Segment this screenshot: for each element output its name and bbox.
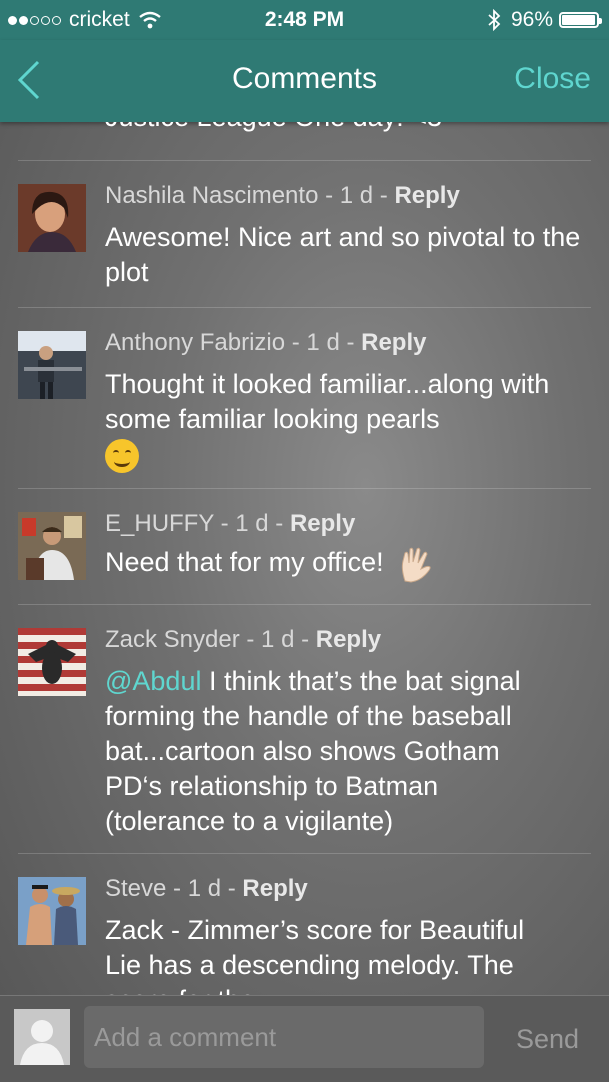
mention-link[interactable]: @Abdul [105,666,201,696]
smiling-face-icon [105,438,139,473]
comment-text: Need that for my office! [105,545,585,583]
comment-text-body: Thought it looked familiar...along with … [105,369,550,434]
comment-meta: Nashila Nascimento - 1 d - Reply [105,182,460,210]
comment-age: 1 d [339,182,374,209]
divider [18,604,591,605]
comment-age: 1 d [187,875,222,902]
reply-button[interactable]: Reply [316,626,381,653]
comment-meta: Zack Snyder - 1 d - Reply [105,626,381,654]
comment-author[interactable]: E_HUFFY [105,510,214,537]
send-button[interactable]: Send [516,1024,579,1055]
reply-button[interactable]: Reply [361,329,426,356]
divider [18,160,591,161]
comment-age: 1 d [235,510,269,537]
battery-percent: 96% [510,8,553,31]
meta-separator: - [213,510,236,537]
navigation-bar: Comments Close [0,40,609,122]
comment-author[interactable]: Anthony Fabrizio [105,329,285,356]
vulcan-salute-icon [402,547,431,583]
reply-button[interactable]: Reply [242,875,307,902]
comment-meta: Anthony Fabrizio - 1 d - Reply [105,329,426,357]
comment-meta: Steve - 1 d - Reply [105,875,308,903]
battery-icon [559,12,602,28]
comment-list[interactable]: Justice League One day! <3 Nashila Nasci… [0,122,609,995]
comment-text-body: Need that for my office! [105,547,384,578]
comment-author[interactable]: Nashila Nascimento [105,182,318,209]
meta-separator: - [285,329,307,356]
comment-text: @Abdul I think that’s the bat signal for… [105,664,550,839]
meta-separator: - [294,626,316,653]
reply-button[interactable]: Reply [290,510,355,537]
meta-separator: - [339,329,362,356]
comment-meta: E_HUFFY - 1 d - Reply [105,510,355,538]
comment-age: 1 d [261,626,295,653]
avatar[interactable] [18,877,86,945]
meta-separator: - [318,182,340,209]
meta-separator: - [166,875,188,902]
divider [18,853,591,854]
meta-separator: - [239,626,262,653]
user-avatar-placeholder-icon [14,1009,70,1065]
clipped-comment-text: Justice League One day! <3 [105,122,442,133]
bluetooth-icon [488,9,501,31]
avatar[interactable] [18,184,86,252]
close-button[interactable]: Close [514,62,591,96]
comment-age: 1 d [306,329,340,356]
avatar[interactable] [18,331,86,399]
divider [18,488,591,489]
device-status: 96% [487,8,602,32]
avatar[interactable] [18,628,86,696]
divider [18,307,591,308]
comment-input[interactable] [84,1006,484,1068]
comment-author[interactable]: Zack Snyder [105,626,240,653]
avatar[interactable] [18,512,86,580]
comment-text: Zack - Zimmer’s score for Beautiful Lie … [105,915,525,995]
meta-separator: - [268,510,290,537]
comment-input-bar: Send [0,995,609,1082]
reply-button[interactable]: Reply [394,182,459,209]
status-bar: cricket 2:48 PM 96% [0,0,609,40]
comment-text: Awesome! Nice art and so pivotal to the … [105,222,581,287]
meta-separator: - [221,875,243,902]
comment-text: Thought it looked familiar...along with … [105,367,585,473]
comment-author[interactable]: Steve [105,875,166,902]
meta-separator: - [373,182,395,209]
